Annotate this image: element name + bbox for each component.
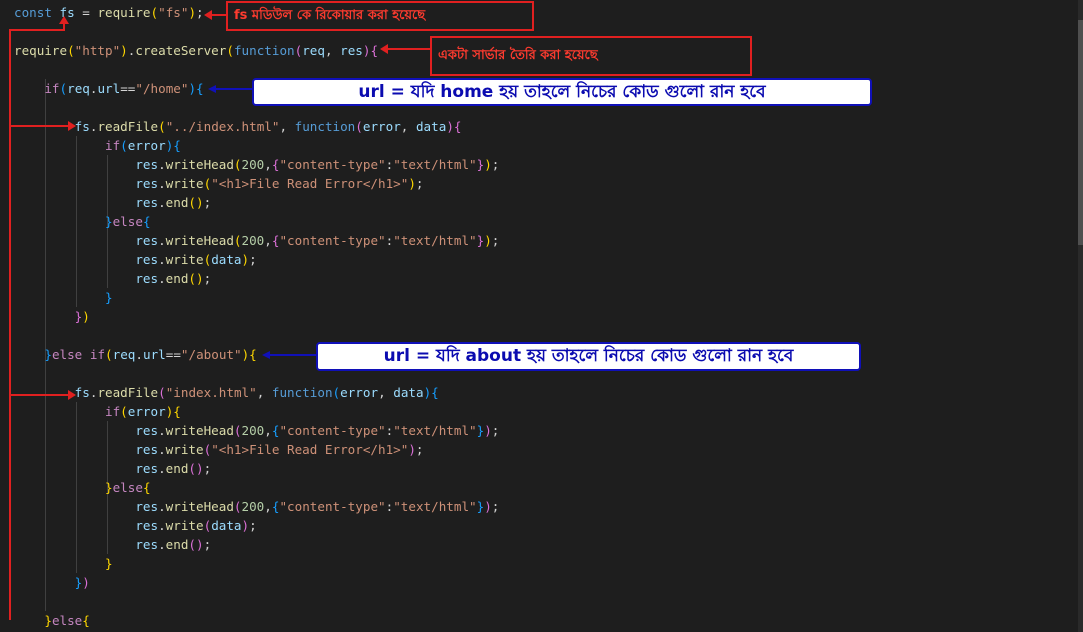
arrowhead-about bbox=[262, 351, 270, 359]
arrow-fs-module bbox=[9, 22, 65, 620]
arrowhead-home bbox=[208, 85, 216, 93]
arrowhead-fs bbox=[59, 16, 69, 24]
arrowhead-readfile-2 bbox=[68, 390, 76, 400]
arrowhead-require bbox=[204, 10, 212, 20]
arrowhead-server bbox=[380, 44, 388, 54]
arrowhead-readfile-1 bbox=[68, 121, 76, 131]
annotation-fs-module: fs মডিউল কে রিকোয়ার করা হয়েছে bbox=[226, 1, 534, 31]
annotation-home-route: url = যদি home হয় তাহলে নিচের কোড গুলো … bbox=[252, 78, 872, 106]
annotation-create-server: একটা সার্ভার তৈরি করা হয়েছে bbox=[430, 36, 752, 76]
annotation-about-route: url = যদি about হয় তাহলে নিচের কোড গুলো… bbox=[316, 342, 861, 371]
